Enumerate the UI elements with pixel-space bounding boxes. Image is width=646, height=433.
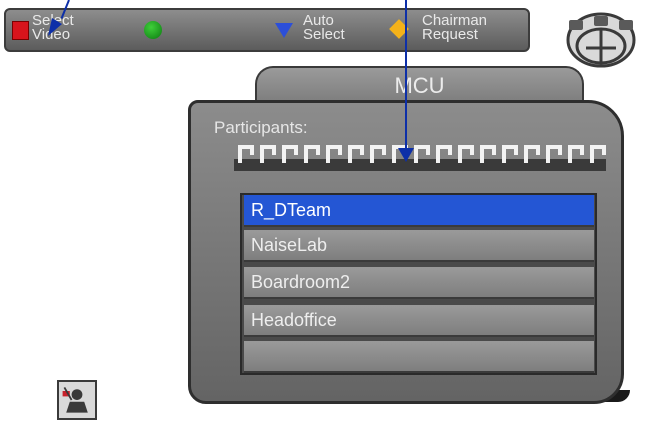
auto-select-label: Auto Select (303, 12, 345, 43)
camera-operator-icon[interactable] (57, 380, 97, 420)
list-item-participant[interactable]: NaiseLab (244, 230, 594, 262)
list-item-participant[interactable] (244, 341, 594, 373)
chairman-request-label: Chairman Request (422, 12, 488, 43)
conference-logo-icon (566, 12, 636, 68)
list-item-participant[interactable]: R_DTeam (244, 195, 594, 227)
toolbar: Select Video Auto Select Chairman Reques… (4, 8, 530, 52)
binder-rings-decoration (234, 145, 606, 171)
green-button[interactable] (136, 10, 176, 50)
pointer-arrow-head-2 (398, 148, 414, 162)
mcu-tab[interactable]: MCU (255, 66, 584, 104)
list-item-participant[interactable]: Headoffice (244, 305, 594, 337)
participants-label: Participants: (214, 118, 308, 137)
chairman-request-button[interactable]: Chairman Request (386, 10, 526, 50)
pointer-arrow-line-2 (405, 0, 407, 152)
pointer-arrow-head-1 (48, 18, 62, 36)
list-item-participant[interactable]: Boardroom2 (244, 267, 594, 299)
green-dot-icon (144, 21, 162, 39)
blue-triangle-icon (275, 23, 293, 38)
auto-select-button[interactable]: Auto Select (271, 10, 371, 50)
red-square-icon (12, 21, 29, 40)
